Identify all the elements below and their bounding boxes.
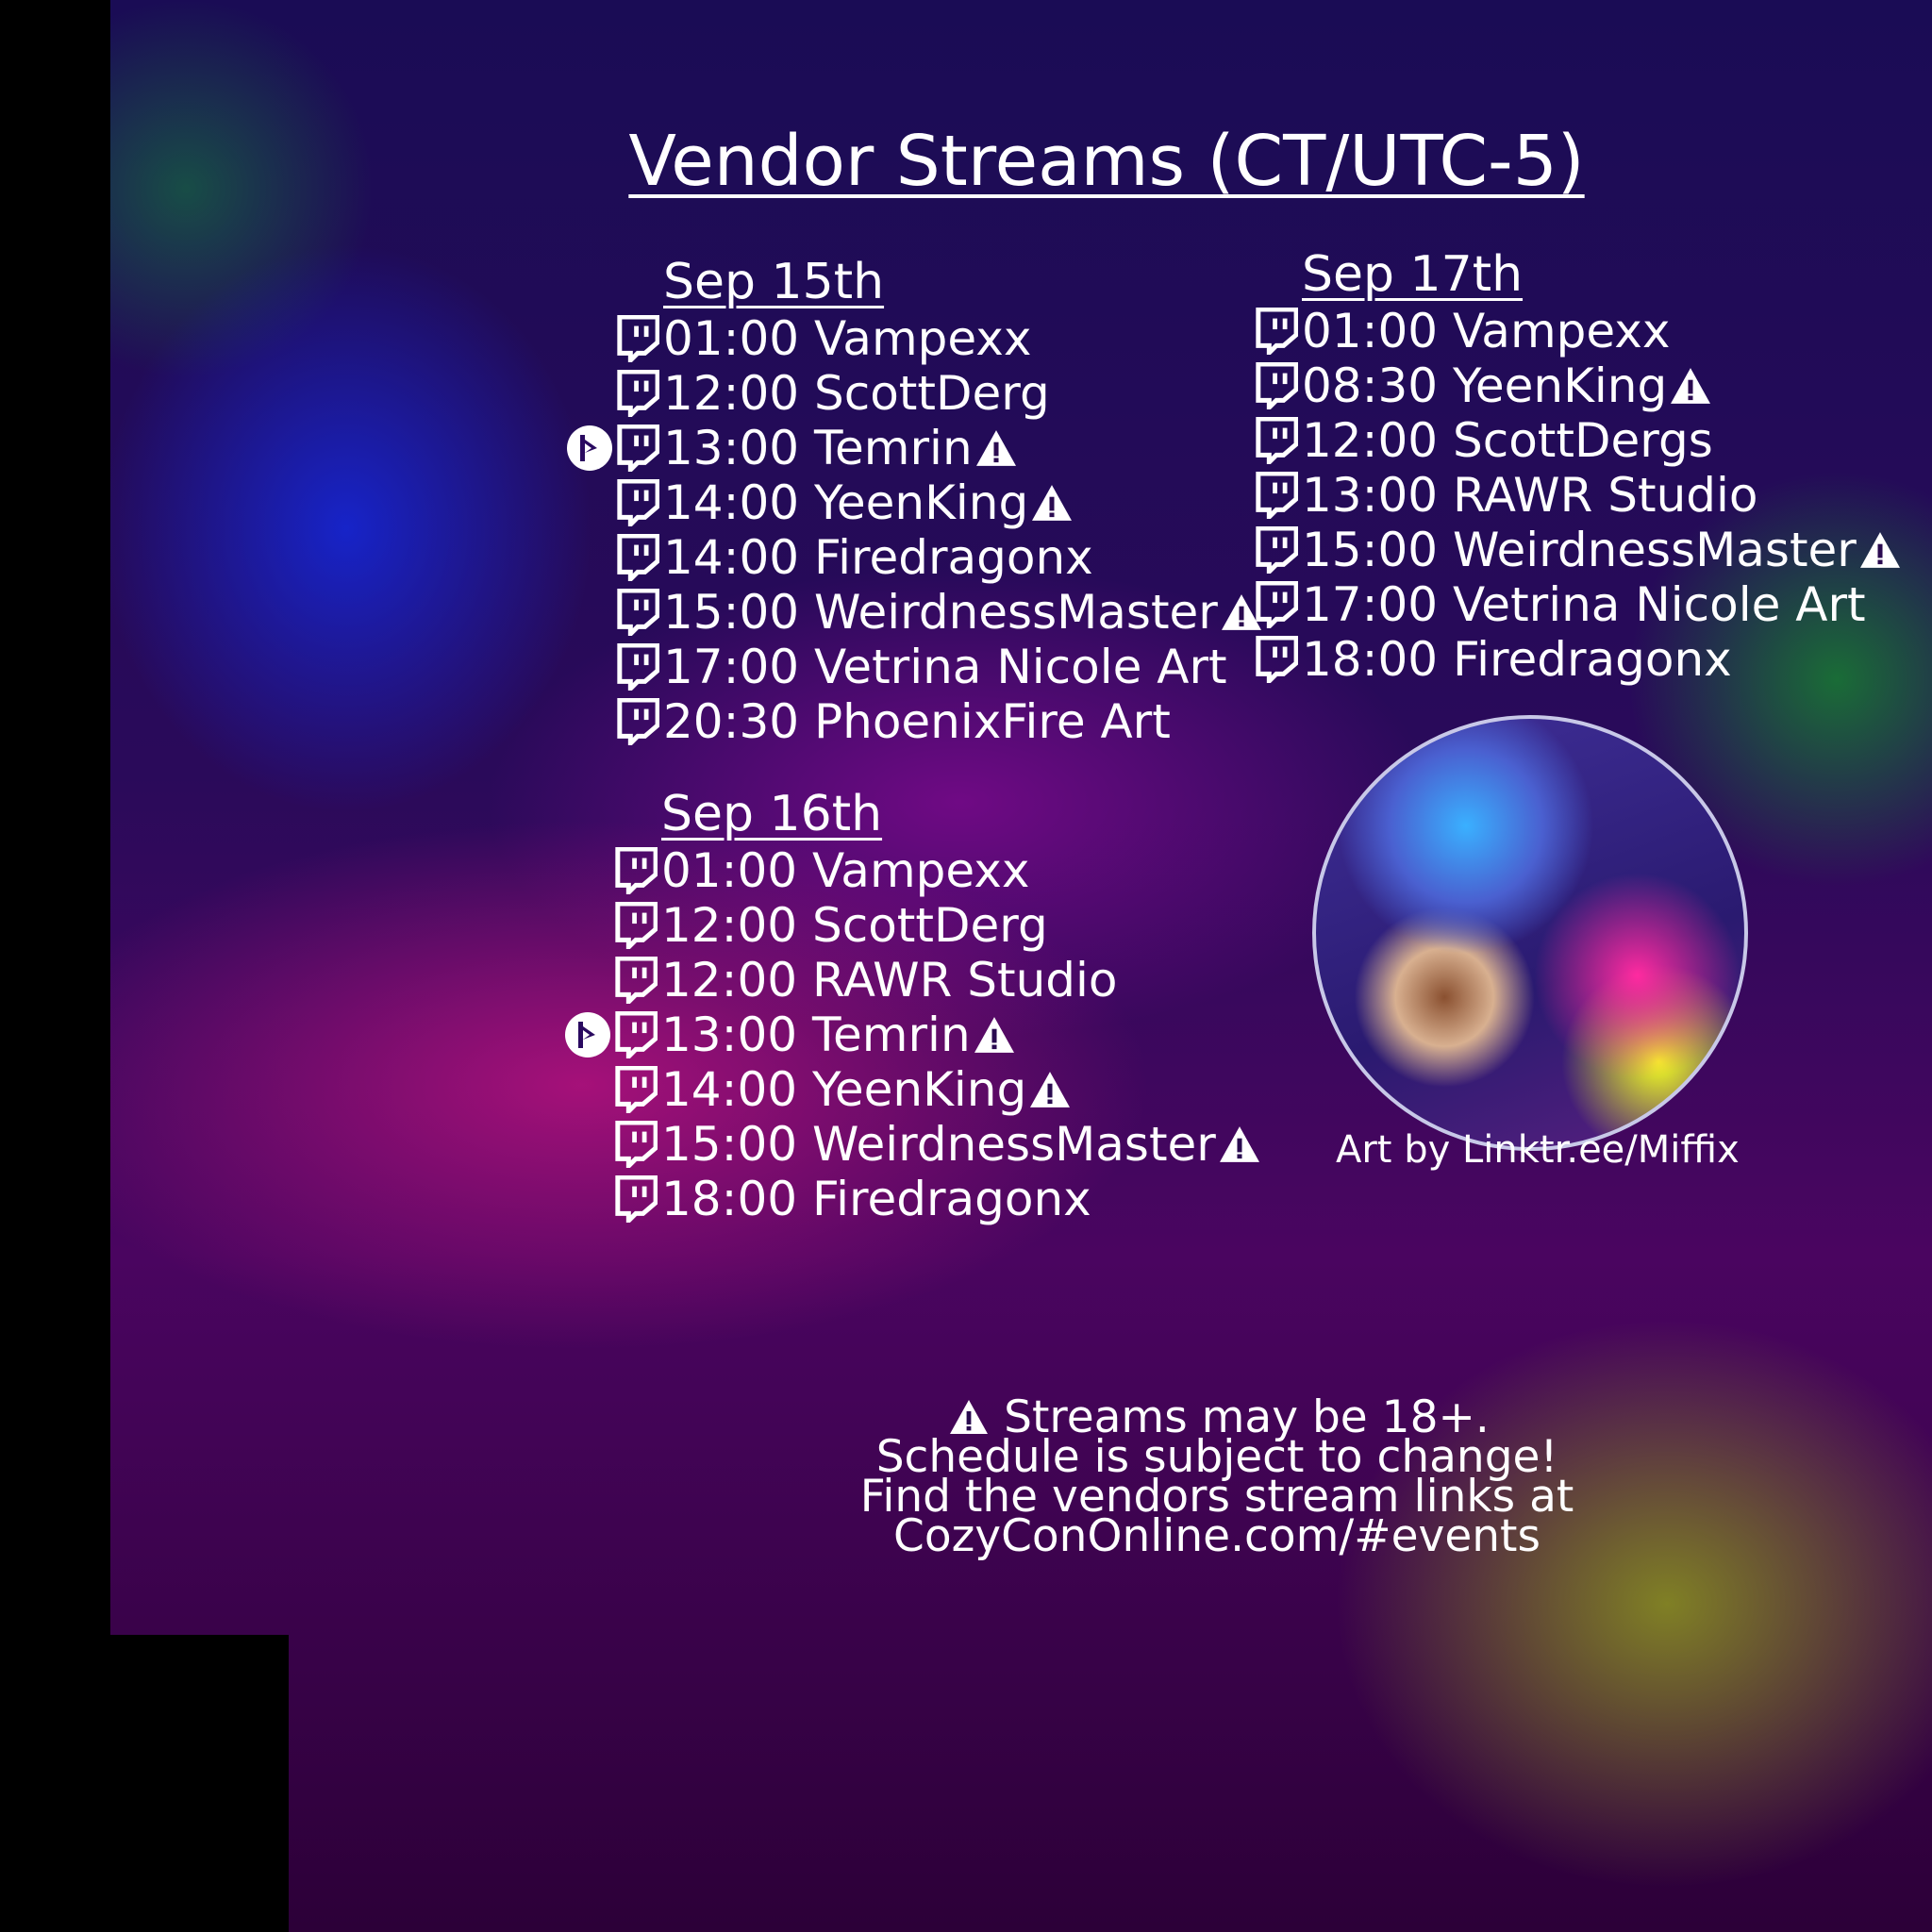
twitch-icon [615, 957, 658, 1004]
stream-item[interactable]: 13:00 Temrin [567, 421, 1261, 475]
stream-item[interactable]: 17:00 Vetrina Nicole Art [1255, 577, 1900, 632]
stream-item[interactable]: 13:00 RAWR Studio [1255, 468, 1900, 523]
day-sep-16: Sep 16th 01:00 Vampexx 12:00 ScottDerg 12:0… [565, 785, 1259, 1226]
twitch-icon [617, 370, 659, 417]
twitch-icon [617, 315, 659, 362]
stream-item[interactable]: 08:30 YeenKing [1255, 358, 1900, 413]
stream-item[interactable]: 01:00 Vampexx [616, 311, 1261, 366]
stream-label: 15:00 WeirdnessMaster [661, 1117, 1216, 1172]
twitch-icon [615, 902, 658, 949]
stream-item[interactable]: 17:00 Vetrina Nicole Art [616, 640, 1261, 694]
stream-label: 18:00 Firedragonx [1302, 632, 1732, 687]
warning-icon [1671, 368, 1711, 404]
warning-icon [950, 1400, 989, 1434]
picarto-icon[interactable] [565, 1012, 610, 1058]
black-corner [0, 1635, 289, 1932]
stream-label: 14:00 Firedragonx [663, 530, 1093, 585]
warning-icon [974, 1017, 1014, 1053]
stream-label: 20:30 PhoenixFire Art [663, 694, 1171, 749]
stream-label: 13:00 RAWR Studio [1302, 468, 1758, 523]
stream-label: 12:00 ScottDerg [661, 898, 1048, 953]
stream-label: 17:00 Vetrina Nicole Art [663, 640, 1227, 694]
twitch-icon [1256, 636, 1298, 683]
stream-item[interactable]: 12:00 ScottDerg [614, 898, 1259, 953]
stream-label: 14:00 YeenKing [663, 475, 1029, 530]
twitch-icon [1256, 472, 1298, 519]
stream-item[interactable]: 14:00 YeenKing [614, 1062, 1259, 1117]
stream-item[interactable]: 13:00 Temrin [565, 1008, 1259, 1062]
stream-item[interactable]: 15:00 WeirdnessMaster [1255, 523, 1900, 577]
twitch-icon [615, 1066, 658, 1113]
warning-icon [975, 430, 1016, 466]
warning-icon [1219, 1126, 1259, 1162]
footer-notes: Streams may be 18+. Schedule is subject … [0, 1395, 1932, 1558]
twitch-icon [615, 1175, 658, 1223]
stream-label: 15:00 WeirdnessMaster [1302, 523, 1857, 577]
stream-label: 12:00 RAWR Studio [661, 953, 1118, 1008]
stream-label: 13:00 Temrin [661, 1008, 971, 1062]
stream-label: 01:00 Vampexx [1302, 304, 1671, 358]
stream-item[interactable]: 15:00 WeirdnessMaster [614, 1117, 1259, 1172]
stream-item[interactable]: 20:30 PhoenixFire Art [616, 694, 1261, 749]
warning-icon [1030, 1072, 1071, 1108]
twitch-icon [1256, 417, 1298, 464]
stream-item[interactable]: 18:00 Firedragonx [1255, 632, 1900, 687]
stream-label: 14:00 YeenKing [661, 1062, 1027, 1117]
day-heading: Sep 15th [663, 254, 885, 310]
stream-label: 13:00 Temrin [663, 421, 973, 475]
stream-label: 18:00 Firedragonx [661, 1172, 1091, 1226]
art-caption: Art by Linktr.ee/Miffix [1336, 1128, 1740, 1172]
day-heading: Sep 17th [1302, 246, 1524, 303]
twitch-icon [1256, 581, 1298, 628]
stream-label: 12:00 ScottDergs [1302, 413, 1713, 468]
stream-item[interactable]: 01:00 Vampexx [1255, 304, 1900, 358]
stream-label: 12:00 ScottDerg [663, 366, 1050, 421]
twitch-icon [617, 479, 659, 526]
day-sep-15: Sep 15th 01:00 Vampexx 12:00 ScottDerg 13:0… [567, 253, 1261, 749]
twitch-icon [615, 847, 658, 894]
stream-item[interactable]: 15:00 WeirdnessMaster [616, 585, 1261, 640]
stream-label: 08:30 YeenKing [1302, 358, 1668, 413]
twitch-icon [615, 1121, 658, 1168]
twitch-icon [617, 643, 659, 691]
stream-item[interactable]: 12:00 RAWR Studio [614, 953, 1259, 1008]
stream-label: 15:00 WeirdnessMaster [663, 585, 1218, 640]
artwork-circle [1312, 715, 1748, 1151]
stream-label: 17:00 Vetrina Nicole Art [1302, 577, 1866, 632]
twitch-icon [1256, 308, 1298, 355]
stream-item[interactable]: 14:00 YeenKing [616, 475, 1261, 530]
twitch-icon [615, 1011, 658, 1058]
day-sep-17: Sep 17th 01:00 Vampexx 08:30 YeenKing 12:00… [1255, 245, 1900, 687]
picarto-icon[interactable] [567, 425, 612, 471]
warning-icon [1859, 532, 1900, 568]
warning-icon [1032, 485, 1073, 521]
stream-label: 01:00 Vampexx [661, 843, 1030, 898]
twitch-icon [1256, 526, 1298, 574]
stream-item[interactable]: 18:00 Firedragonx [614, 1172, 1259, 1226]
day-heading: Sep 16th [661, 786, 883, 842]
twitch-icon [617, 425, 659, 472]
stream-item[interactable]: 01:00 Vampexx [614, 843, 1259, 898]
page-title: Vendor Streams (CT/UTC-5) [628, 121, 1585, 202]
twitch-icon [1256, 362, 1298, 409]
stream-item[interactable]: 14:00 Firedragonx [616, 530, 1261, 585]
twitch-icon [617, 589, 659, 636]
twitch-icon [617, 534, 659, 581]
stream-label: 01:00 Vampexx [663, 311, 1032, 366]
twitch-icon [617, 698, 659, 745]
stream-item[interactable]: 12:00 ScottDergs [1255, 413, 1900, 468]
footer-link[interactable]: CozyConOnline.com/#events [0, 1514, 1932, 1558]
stream-item[interactable]: 12:00 ScottDerg [616, 366, 1261, 421]
